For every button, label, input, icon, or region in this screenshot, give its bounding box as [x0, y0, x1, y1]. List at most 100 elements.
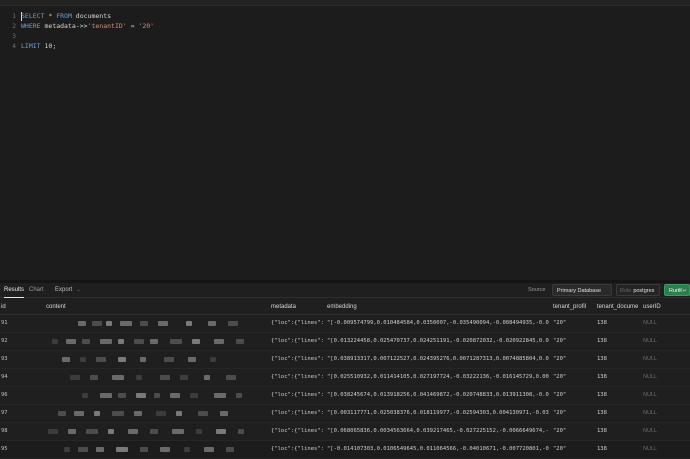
row-embedding-cell[interactable]: "[-0.009574799,0.010484584,0.0350007,-0.… [327, 315, 549, 332]
column-header-id[interactable]: id [1, 300, 41, 314]
redacted-text-block [120, 321, 132, 326]
row-metadata-cell[interactable]: {"loc":{"lines": [271, 441, 323, 458]
row-tenant-profile-cell[interactable]: "20" [553, 405, 595, 422]
redacted-text-block [160, 447, 170, 452]
row-id-cell[interactable]: 98 [1, 423, 41, 440]
row-content-cell-redacted[interactable] [46, 441, 266, 458]
code-line-4: LIMIT 10; [21, 41, 154, 51]
row-metadata-cell[interactable]: {"loc":{"lines": [271, 405, 323, 422]
redacted-text-block [156, 411, 166, 416]
code-area[interactable]: SELECT * FROM documents WHERE metadata->… [21, 11, 154, 51]
redacted-text-block [74, 411, 84, 416]
row-tenant-document-cell[interactable]: 138 [597, 333, 639, 350]
column-header-userid[interactable]: userID [643, 300, 688, 314]
code-line-1: SELECT * FROM documents [21, 11, 154, 21]
row-tenant-profile-cell[interactable]: "20" [553, 387, 595, 404]
redacted-text-block [158, 321, 168, 326]
tab-results[interactable]: Results [4, 283, 25, 298]
row-content-cell-redacted[interactable] [46, 423, 266, 440]
row-content-cell-redacted[interactable] [46, 333, 266, 350]
row-metadata-cell[interactable]: {"loc":{"lines": [271, 333, 323, 350]
row-userid-cell[interactable]: NULL [643, 333, 688, 350]
row-tenant-document-cell[interactable]: 138 [597, 351, 639, 368]
redacted-text-block [238, 429, 244, 434]
row-userid-cell[interactable]: NULL [643, 369, 688, 386]
row-tenant-profile-cell[interactable]: "20" [553, 315, 595, 332]
table-row[interactable]: 98 {"loc":{"lines": "[0.068065836,0.003456… [0, 423, 690, 441]
string-literal: 'tenantID' [87, 22, 127, 30]
redacted-text-block [128, 429, 138, 434]
row-id-cell[interactable]: 92 [1, 333, 41, 350]
table-row[interactable]: 92 {"loc":{"lines": "[0.013224458,0.025470… [0, 333, 690, 351]
row-tenant-document-cell[interactable]: 138 [597, 405, 639, 422]
row-metadata-cell[interactable]: {"loc":{"lines": [271, 315, 323, 332]
row-tenant-profile-cell[interactable]: "20" [553, 423, 595, 440]
row-embedding-cell[interactable]: "[-0.014107303,0.0106549645,0.011064566,… [327, 441, 549, 458]
row-tenant-profile-cell[interactable]: "20" [553, 441, 595, 458]
row-id-cell[interactable]: 91 [1, 315, 41, 332]
table-row[interactable]: 97 {"loc":{"lines": "[0.003117771,0.025038… [0, 405, 690, 423]
row-id-cell[interactable]: 97 [1, 405, 41, 422]
redacted-text-block [86, 429, 98, 434]
row-embedding-cell[interactable]: "[0.013224458,0.025470737,0.024251191,-0… [327, 333, 549, 350]
redacted-text-block [82, 393, 88, 398]
table-row[interactable]: 94 {"loc":{"lines": "[0.025510932,0.011414… [0, 369, 690, 387]
row-id-cell[interactable]: 95 [1, 441, 41, 458]
row-tenant-document-cell[interactable]: 138 [597, 315, 639, 332]
redacted-text-block [96, 357, 106, 362]
row-embedding-cell[interactable]: "[0.003117771,0.025038376,0.018119977,-0… [327, 405, 549, 422]
row-tenant-document-cell[interactable]: 138 [597, 369, 639, 386]
column-header-tenant-document[interactable]: tenant_docume [597, 300, 639, 314]
source-select[interactable]: Primary Database [552, 284, 612, 296]
redacted-text-block [118, 339, 124, 344]
row-userid-cell[interactable]: NULL [643, 405, 688, 422]
run-button[interactable]: Run ⌘↵ [664, 284, 690, 296]
row-embedding-cell[interactable]: "[0.038913317,0.007122527,0.024395276,0.… [327, 351, 549, 368]
row-userid-cell[interactable]: NULL [643, 351, 688, 368]
row-content-cell-redacted[interactable] [46, 351, 266, 368]
column-header-metadata[interactable]: metadata [271, 300, 323, 314]
row-metadata-cell[interactable]: {"loc":{"lines": [271, 423, 323, 440]
row-content-cell-redacted[interactable] [46, 369, 266, 386]
row-id-cell[interactable]: 94 [1, 369, 41, 386]
redacted-text-block [118, 393, 126, 398]
row-tenant-profile-cell[interactable]: "20" [553, 333, 595, 350]
row-id-cell[interactable]: 93 [1, 351, 41, 368]
table-row[interactable]: 95 {"loc":{"lines": "[-0.014107303,0.01065… [0, 441, 690, 459]
row-tenant-profile-cell[interactable]: "20" [553, 351, 595, 368]
table-row[interactable]: 96 {"loc":{"lines": "[0.038245674,0.013918… [0, 387, 690, 405]
redacted-text-block [78, 321, 86, 326]
row-tenant-document-cell[interactable]: 138 [597, 423, 639, 440]
role-select[interactable]: Role postgres [616, 284, 660, 296]
row-embedding-cell[interactable]: "[0.068065836,0.0034563664,0.039217465,-… [327, 423, 549, 440]
sql-editor[interactable]: 1 2 3 4 SELECT * FROM documents WHERE me… [0, 0, 690, 280]
row-embedding-cell[interactable]: "[0.025510932,0.011414105,0.027197724,-0… [327, 369, 549, 386]
row-embedding-cell[interactable]: "[0.038245674,0.013918256,0.041469872,-0… [327, 387, 549, 404]
row-tenant-profile-cell[interactable]: "20" [553, 369, 595, 386]
redacted-text-block [204, 375, 210, 380]
row-id-cell[interactable]: 96 [1, 387, 41, 404]
code-token: metadata->> [40, 22, 88, 30]
redacted-text-block [226, 375, 236, 380]
column-header-tenant-profile[interactable]: tenant_profil [553, 300, 595, 314]
table-row[interactable]: 91 {"loc":{"lines": "[-0.009574799,0.01048… [0, 315, 690, 333]
row-tenant-document-cell[interactable]: 138 [597, 441, 639, 458]
row-userid-cell[interactable]: NULL [643, 387, 688, 404]
row-userid-cell[interactable]: NULL [643, 441, 688, 458]
row-userid-cell[interactable]: NULL [643, 423, 688, 440]
row-tenant-document-cell[interactable]: 138 [597, 387, 639, 404]
column-header-content[interactable]: content [46, 300, 266, 314]
row-content-cell-redacted[interactable] [46, 315, 266, 332]
column-header-embedding[interactable]: embedding [327, 300, 549, 314]
row-metadata-cell[interactable]: {"loc":{"lines": [271, 369, 323, 386]
row-content-cell-redacted[interactable] [46, 405, 266, 422]
row-userid-cell[interactable]: NULL [643, 315, 688, 332]
redacted-text-block [80, 357, 86, 362]
tab-chart[interactable]: Chart [29, 283, 44, 297]
row-metadata-cell[interactable]: {"loc":{"lines": [271, 387, 323, 404]
export-button[interactable]: Export ⌄ [55, 283, 81, 297]
row-metadata-cell[interactable]: {"loc":{"lines": [271, 351, 323, 368]
table-row[interactable]: 93 {"loc":{"lines": "[0.038913317,0.007122… [0, 351, 690, 369]
row-content-cell-redacted[interactable] [46, 387, 266, 404]
redacted-text-block [216, 429, 226, 434]
